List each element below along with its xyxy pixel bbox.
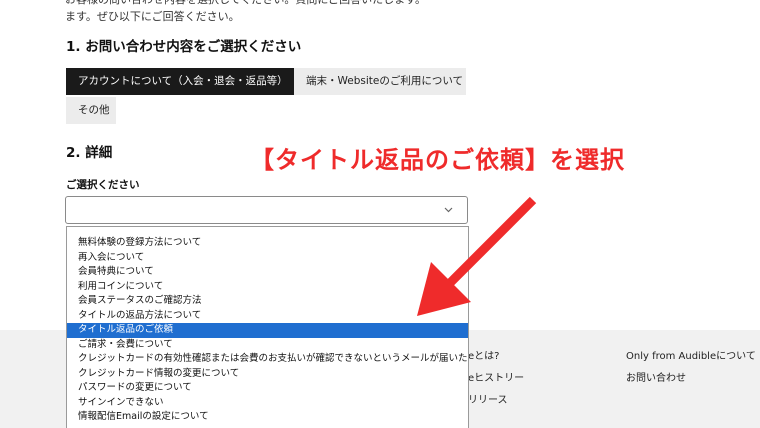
footer-link-history[interactable]: eヒストリー xyxy=(468,369,524,384)
red-arrow-icon xyxy=(417,196,537,316)
footer-link-about[interactable]: eとは? xyxy=(468,347,499,362)
option-other[interactable]: その他 xyxy=(66,97,116,124)
option-device-website[interactable]: 端末・Websiteのご利用について xyxy=(294,68,466,95)
select-label: ご選択ください xyxy=(66,179,140,191)
intro-line-2: ます。ぜひ以下にご回答ください。 xyxy=(65,10,240,23)
dropdown-option[interactable]: 情報配信Emailの設定について xyxy=(67,410,468,425)
dropdown-option[interactable]: クレジットカード情報の変更について xyxy=(67,367,468,382)
option-account[interactable]: アカウントについて（入会・退会・返品等） xyxy=(66,68,294,95)
footer-link-contact[interactable]: お問い合わせ xyxy=(626,369,686,384)
dropdown-option[interactable]: クレジットカードの有効性確認または会費のお支払いが確認できないというメールが届い… xyxy=(67,352,468,367)
section1-heading: 1. お問い合わせ内容をご選択ください xyxy=(66,39,302,55)
dropdown-option[interactable]: パスワードの変更について xyxy=(67,381,468,396)
annotation-text: 【タイトル返品のご依頼】を選択 xyxy=(250,146,625,174)
footer-link-release[interactable]: リリース xyxy=(468,391,508,406)
intro-line-1: お客様の問い合わせ内容を選択してください。質問にご回答いたします。 xyxy=(65,0,485,8)
intro-text: お客様の問い合わせ内容を選択してください。質問にご回答いたします。 ます。ぜひ以… xyxy=(65,0,485,25)
footer-link-only-from-audible[interactable]: Only from Audibleについて xyxy=(626,347,756,362)
section2-heading: 2. 詳細 xyxy=(66,145,113,161)
dropdown-option[interactable]: サインインできない xyxy=(67,396,468,411)
dropdown-option[interactable]: ご請求・会費について xyxy=(67,338,468,353)
